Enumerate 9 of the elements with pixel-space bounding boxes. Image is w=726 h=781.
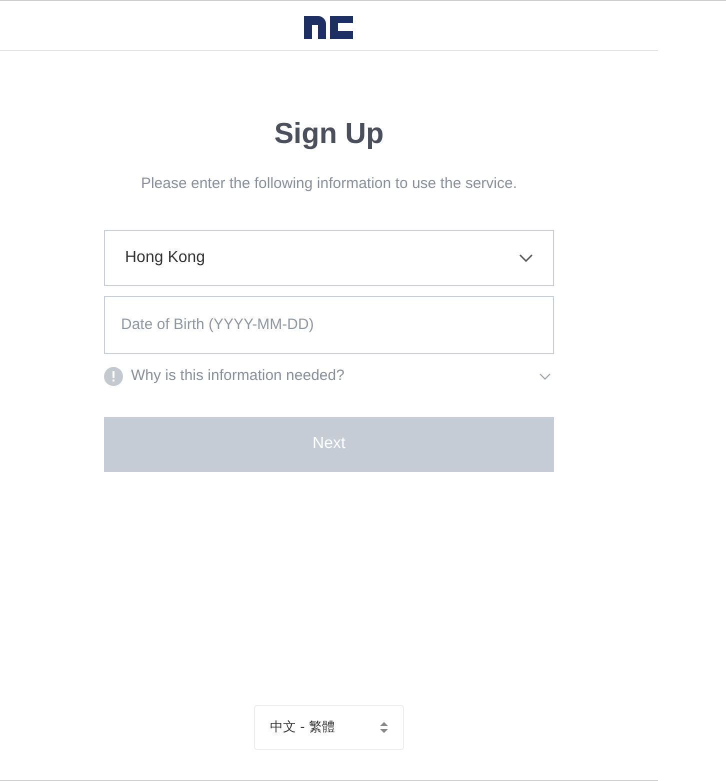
- language-select[interactable]: 中文 - 繁體: [254, 705, 404, 750]
- subtitle: Please enter the following information to use the service.: [140, 174, 518, 194]
- exclamation-icon: [104, 367, 123, 386]
- chevron-down-icon: [539, 373, 551, 380]
- page-title: Sign Up: [274, 117, 384, 152]
- birth-date-field[interactable]: Date of Birth (YYYY-MM-DD): [104, 296, 554, 354]
- chevron-down-icon: [519, 254, 533, 262]
- sort-icon: [380, 722, 388, 733]
- country-select[interactable]: Hong Kong: [104, 230, 554, 286]
